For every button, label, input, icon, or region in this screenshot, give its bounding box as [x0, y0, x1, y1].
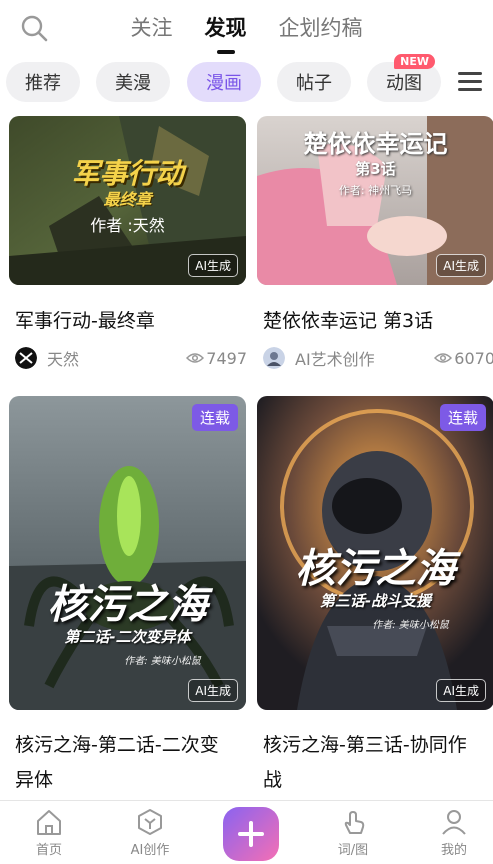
comic-cover[interactable]: 楚依依幸运记 第3话 作者: 神州飞马 AI生成 — [257, 116, 493, 285]
avatar[interactable] — [15, 347, 37, 369]
bottom-nav: 首页 AI创作 词/图 我的 — [0, 800, 493, 864]
nav-prompts[interactable]: 词/图 — [318, 807, 388, 858]
home-icon — [37, 810, 61, 835]
comic-meta: 天然 7497 — [15, 346, 247, 370]
comic-feed[interactable]: 军事行动 最终章 作者 :天然 AI生成 军事行动-最终章 天然 7497 楚依… — [0, 116, 493, 800]
tap-icon — [344, 811, 365, 834]
tab-following[interactable]: 关注 — [129, 8, 175, 46]
ai-generated-badge: AI生成 — [436, 254, 486, 277]
menu-icon[interactable] — [458, 72, 482, 92]
author-name[interactable]: 天然 — [47, 346, 186, 370]
author-name[interactable]: AI艺术创作 — [295, 346, 434, 370]
create-button[interactable] — [223, 807, 279, 861]
cube-icon — [138, 809, 162, 835]
top-bar: 关注 发现 企划约稿 — [0, 0, 493, 56]
nav-home[interactable]: 首页 — [14, 807, 84, 858]
chip-comics[interactable]: 漫画 — [187, 62, 261, 102]
comic-title[interactable]: 核污之海-第三话-协同作 战 — [263, 728, 493, 798]
comic-card[interactable]: 军事行动 最终章 作者 :天然 AI生成 军事行动-最终章 天然 7497 — [9, 116, 247, 378]
comic-cover[interactable]: 连载 核污之海 第二话-二次变异体 作者: 美味小松鼠 AI生成 — [9, 396, 246, 710]
serial-badge: 连载 — [191, 404, 238, 431]
plus-icon — [238, 821, 264, 847]
new-badge: NEW — [394, 54, 435, 69]
comic-card[interactable]: 连载 核污之海 第二话-二次变异体 作者: 美味小松鼠 AI生成 核污之海-第二… — [9, 396, 246, 800]
avatar[interactable] — [263, 347, 285, 369]
ai-generated-badge: AI生成 — [188, 254, 238, 277]
comic-cover[interactable]: 连载 核污之海 第三话-战斗支援 作者: 美味小松鼠 AI生成 — [257, 396, 493, 710]
comic-card[interactable]: 连载 核污之海 第三话-战斗支援 作者: 美味小松鼠 AI生成 核污之海-第三话… — [257, 396, 493, 800]
comic-cover[interactable]: 军事行动 最终章 作者 :天然 AI生成 — [9, 116, 246, 285]
tab-commissions[interactable]: 企划约稿 — [277, 8, 365, 46]
chip-recommend[interactable]: 推荐 — [6, 62, 80, 102]
comic-card[interactable]: 楚依依幸运记 第3话 作者: 神州飞马 AI生成 楚依依幸运记 第3话 AI艺术… — [257, 116, 493, 378]
view-count: 6070 — [454, 348, 493, 368]
serial-badge: 连载 — [439, 404, 486, 431]
comic-title[interactable]: 军事行动-最终章 — [15, 304, 247, 339]
nav-me[interactable]: 我的 — [419, 807, 489, 858]
comic-title[interactable]: 核污之海-第二话-二次变 异体 — [15, 728, 247, 798]
eye-icon — [186, 353, 205, 363]
chip-posts[interactable]: 帖子 — [277, 62, 351, 102]
chip-us-comics[interactable]: 美漫 — [96, 62, 170, 102]
view-count: 7497 — [206, 348, 247, 368]
nav-ai-create[interactable]: AI创作 — [115, 807, 185, 858]
ai-generated-badge: AI生成 — [436, 679, 486, 702]
comic-title[interactable]: 楚依依幸运记 第3话 — [263, 304, 493, 339]
chip-animated[interactable]: 动图 NEW — [367, 54, 441, 102]
top-tabs: 关注 发现 企划约稿 — [0, 8, 493, 54]
category-chips: 推荐 美漫 漫画 帖子 动图 NEW — [0, 54, 493, 104]
tab-discover[interactable]: 发现 — [203, 8, 249, 54]
user-icon — [442, 810, 466, 835]
comic-meta: AI艺术创作 6070 — [263, 346, 493, 370]
ai-generated-badge: AI生成 — [188, 679, 238, 702]
eye-icon — [434, 353, 453, 363]
